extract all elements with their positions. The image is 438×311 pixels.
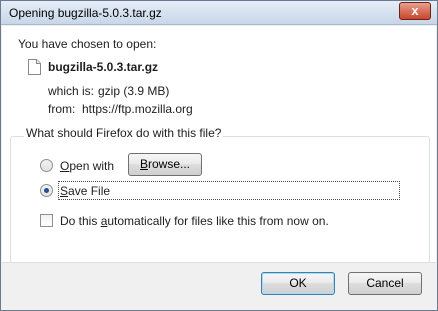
- auto-action-label[interactable]: Do this automatically for files like thi…: [60, 214, 329, 228]
- open-with-radio[interactable]: [40, 159, 53, 172]
- file-type-value: gzip (3.9 MB): [98, 84, 170, 98]
- auto-action-checkbox[interactable]: [40, 214, 53, 227]
- which-is-label: which is:: [48, 84, 95, 98]
- download-dialog: Opening bugzilla-5.0.3.tar.gz x You have…: [0, 0, 438, 311]
- title-bar[interactable]: Opening bugzilla-5.0.3.tar.gz x: [1, 1, 437, 25]
- action-group-box: [10, 136, 430, 276]
- from-label: from:: [48, 102, 76, 116]
- browse-button[interactable]: Browse...: [128, 153, 202, 176]
- radio-selected-dot: [44, 188, 49, 193]
- save-file-radio[interactable]: [40, 184, 53, 197]
- open-with-label[interactable]: Open with: [60, 159, 114, 173]
- cancel-button[interactable]: Cancel: [348, 272, 422, 295]
- file-name: bugzilla-5.0.3.tar.gz: [48, 60, 159, 74]
- window-title: Opening bugzilla-5.0.3.tar.gz: [9, 6, 162, 20]
- save-file-label[interactable]: Save File: [60, 184, 110, 198]
- dialog-footer: OK Cancel: [2, 262, 436, 310]
- dialog-content: You have chosen to open: bugzilla-5.0.3.…: [2, 26, 436, 276]
- close-button[interactable]: x: [399, 2, 431, 20]
- source-url-value: https://ftp.mozilla.org: [82, 102, 193, 116]
- intro-text: You have chosen to open:: [18, 37, 157, 51]
- file-icon: [28, 59, 41, 75]
- action-group-legend: What should Firefox do with this file?: [24, 126, 224, 140]
- close-icon: x: [411, 3, 419, 18]
- ok-button[interactable]: OK: [261, 272, 335, 295]
